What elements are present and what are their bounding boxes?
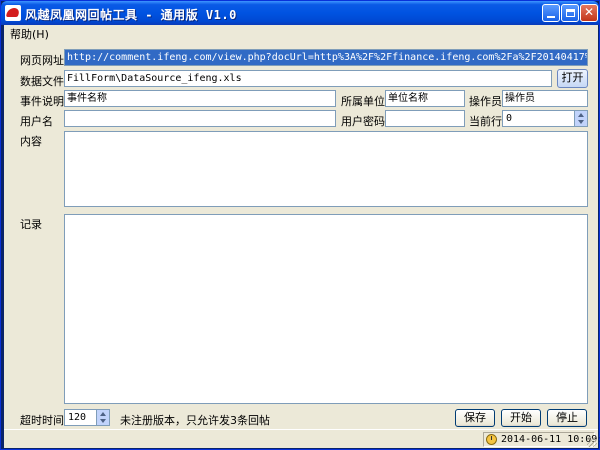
operator-label: 操作员 (469, 95, 502, 108)
minimize-icon (547, 16, 555, 18)
status-datetime: 2014-06-11 10:09:21 (501, 434, 600, 445)
status-datetime-panel: 2014-06-11 10:09:21 (483, 432, 600, 447)
event-label: 事件说明 (20, 95, 64, 108)
timeout-label: 超时时间 (20, 414, 64, 427)
maximize-button[interactable] (561, 4, 579, 22)
status-bar: 2014-06-11 10:09:21 (4, 429, 600, 448)
username-input[interactable] (64, 110, 336, 127)
data-file-input[interactable]: FillForm\DataSource_ifeng.xls (64, 70, 552, 87)
content-label: 内容 (20, 135, 42, 148)
unit-input[interactable]: 单位名称 (385, 90, 465, 107)
app-window: 风越凤凰网回帖工具 - 通用版 V1.0 ✕ 帮助(H) 网页网址 http:/… (0, 0, 600, 450)
minimize-button[interactable] (542, 4, 560, 22)
stop-button[interactable]: 停止 (547, 409, 587, 427)
username-label: 用户名 (20, 115, 53, 128)
data-file-label: 数据文件 (20, 75, 64, 88)
save-button[interactable]: 保存 (455, 409, 495, 427)
spinner-arrows-icon[interactable] (574, 111, 587, 126)
close-icon: ✕ (583, 5, 595, 19)
url-input[interactable]: http://comment.ifeng.com/view.php?docUrl… (64, 49, 588, 66)
url-label: 网页网址 (20, 54, 64, 67)
clock-icon (486, 434, 497, 445)
current-row-value: 0 (506, 113, 513, 124)
event-input[interactable]: 事件名称 (64, 90, 336, 107)
client-area: 帮助(H) 网页网址 http://comment.ifeng.com/view… (4, 25, 600, 448)
title-bar[interactable]: 风越凤凰网回帖工具 - 通用版 V1.0 ✕ (1, 1, 599, 25)
close-button[interactable]: ✕ (580, 4, 598, 22)
start-button[interactable]: 开始 (501, 409, 541, 427)
current-row-spinner[interactable]: 0 (502, 110, 588, 127)
unit-label: 所属单位 (341, 95, 385, 108)
window-title: 风越凤凰网回帖工具 - 通用版 V1.0 (25, 8, 237, 22)
timeout-value: 120 (68, 412, 87, 423)
open-button[interactable]: 打开 (557, 69, 588, 88)
timeout-arrows-icon[interactable] (96, 410, 109, 425)
log-textarea[interactable] (64, 214, 588, 404)
menu-help[interactable]: 帮助(H) (10, 26, 49, 42)
password-label: 用户密码 (341, 115, 385, 128)
log-label: 记录 (20, 218, 42, 231)
phoenix-app-icon[interactable] (5, 5, 21, 21)
menu-bar: 帮助(H) (4, 25, 598, 41)
content-textarea[interactable] (64, 131, 588, 207)
registration-notice: 未注册版本，只允许发3条回帖 (120, 414, 270, 427)
resize-grip[interactable] (587, 437, 597, 447)
timeout-spinner[interactable]: 120 (64, 409, 110, 426)
maximize-icon (565, 9, 575, 17)
password-input[interactable] (385, 110, 465, 127)
operator-input[interactable]: 操作员 (502, 90, 588, 107)
current-row-label: 当前行 (469, 115, 502, 128)
